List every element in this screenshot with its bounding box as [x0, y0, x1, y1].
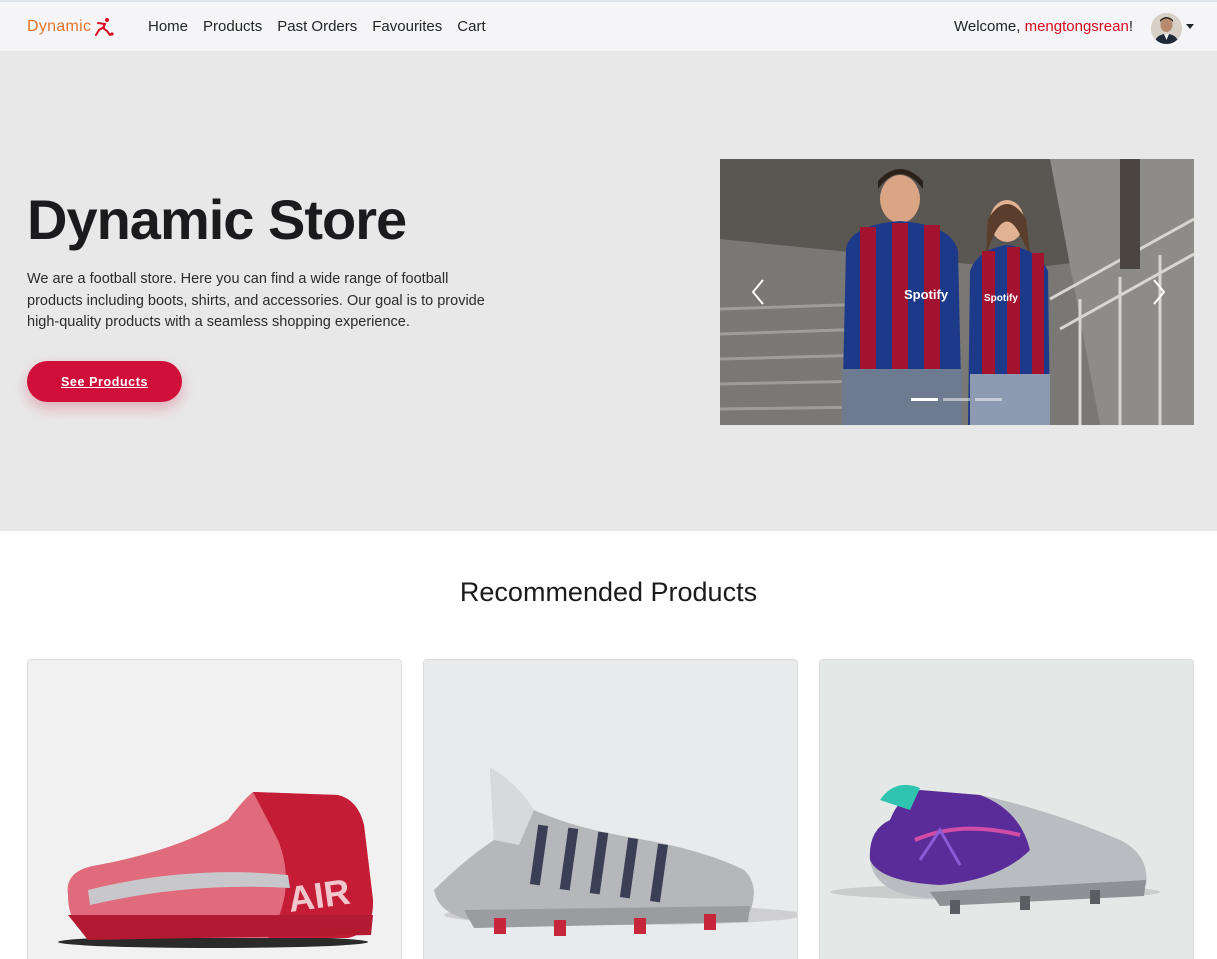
- user-photo: [1151, 13, 1182, 44]
- see-products-button[interactable]: See Products: [27, 361, 182, 402]
- nav-cart[interactable]: Cart: [457, 18, 485, 35]
- user-avatar[interactable]: [1151, 13, 1182, 44]
- carousel-indicator-3[interactable]: [975, 398, 1002, 401]
- slide-text-2: Spotify: [984, 293, 1018, 304]
- carousel-indicators: [911, 398, 1007, 401]
- welcome-suffix: !: [1128, 18, 1133, 35]
- nav-favourites[interactable]: Favourites: [372, 18, 442, 35]
- chevron-right-icon[interactable]: [1147, 277, 1171, 307]
- footballer-logo-icon: [95, 18, 114, 36]
- brand-name: Dynamic: [27, 18, 92, 35]
- product-image-silver-boot: [424, 660, 797, 959]
- product-card[interactable]: AIR: [27, 659, 402, 959]
- welcome-message: Welcome, mengtongsrean!: [954, 18, 1133, 35]
- brand-logo[interactable]: Dynamic: [27, 17, 114, 37]
- hero-carousel[interactable]: Spotify Spotify: [720, 159, 1194, 425]
- product-card[interactable]: [819, 659, 1194, 959]
- recommended-title: Recommended Products: [459, 577, 758, 607]
- chevron-left-icon[interactable]: [746, 277, 770, 307]
- hero-section: Dynamic Store We are a football store. H…: [0, 52, 1217, 531]
- navbar: Dynamic Home Products Past Orders Favour…: [0, 0, 1217, 52]
- product-image-red-boot: AIR: [28, 660, 401, 959]
- nav-links: Home Products Past Orders Favourites Car…: [148, 18, 501, 35]
- carousel-indicator-1[interactable]: [911, 398, 938, 401]
- nav-home[interactable]: Home: [148, 18, 188, 35]
- username: mengtongsrean: [1024, 18, 1129, 35]
- hero-title: Dynamic Store: [27, 188, 407, 251]
- carousel-indicator-2[interactable]: [943, 398, 970, 401]
- carousel-slide-image: Spotify Spotify: [720, 159, 1194, 425]
- nav-products[interactable]: Products: [203, 18, 262, 35]
- nav-past-orders[interactable]: Past Orders: [277, 18, 357, 35]
- welcome-prefix: Welcome,: [954, 18, 1025, 35]
- slide-text-1: Spotify: [904, 287, 949, 302]
- product-card[interactable]: [423, 659, 798, 959]
- caret-down-icon[interactable]: [1186, 24, 1194, 29]
- hero-description: We are a football store. Here you can fi…: [27, 271, 485, 330]
- boot-text: AIR: [285, 871, 352, 920]
- product-image-purple-boot: [820, 660, 1193, 959]
